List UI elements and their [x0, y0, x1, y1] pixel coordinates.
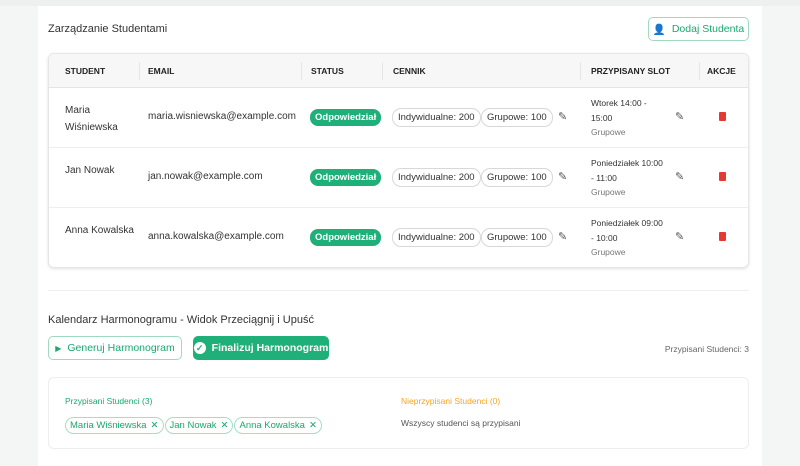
assigned-student-chip[interactable]: Anna Kowalska ✕: [234, 417, 322, 434]
student-email: maria.wisniewska@example.com: [148, 111, 296, 122]
price-group-chip: Grupowe: 100: [481, 108, 553, 127]
assigned-title: Przypisani Studenci (3): [65, 396, 153, 406]
assigned-count: Przypisani Studenci: 3: [664, 344, 749, 354]
status-badge: Odpowiedział: [310, 229, 382, 246]
close-icon[interactable]: ✕: [309, 420, 317, 431]
th-student: STUDENT: [65, 66, 106, 76]
generate-schedule-button[interactable]: ▶ Generuj Harmonogram: [48, 336, 182, 360]
slot-type: Grupowe: [591, 127, 626, 137]
th-status: STATUS: [311, 66, 344, 76]
status-badge: Odpowiedział: [310, 109, 382, 126]
slot-type: Grupowe: [591, 247, 626, 257]
main-card: Zarządzanie Studentami 👤 Dodaj Studenta S…: [38, 6, 762, 466]
check-circle-icon: ✓: [193, 342, 206, 354]
play-icon: ▶: [55, 343, 62, 353]
price-individual-chip: Indywidualne: 200: [392, 168, 481, 187]
slot-time: Poniedziałek 09:00 - 10:00: [591, 218, 663, 243]
price-group-chip: Grupowe: 100: [481, 228, 553, 247]
delete-icon[interactable]: [719, 112, 726, 121]
status-badge: Odpowiedział: [310, 169, 382, 186]
slot-type: Grupowe: [591, 187, 626, 197]
th-akcje: AKCJE: [707, 66, 736, 76]
close-icon[interactable]: ✕: [221, 420, 229, 431]
price-group-chip: Grupowe: 100: [481, 168, 553, 187]
students-table: STUDENT EMAIL STATUS CENNIK PRZYPISANY S…: [48, 53, 749, 268]
slot-time: Wtorek 14:00 - 15:00: [591, 98, 647, 123]
edit-price-icon[interactable]: ✎: [558, 110, 567, 123]
unassigned-title: Nieprzypisani Studenci (0): [401, 396, 501, 406]
edit-price-icon[interactable]: ✎: [558, 230, 567, 243]
edit-slot-icon[interactable]: ✎: [675, 230, 684, 243]
table-header: STUDENT EMAIL STATUS CENNIK PRZYPISANY S…: [49, 54, 748, 88]
table-row: Anna Kowalska anna.kowalska@example.com …: [49, 208, 748, 267]
unassigned-empty: Wszyscy studenci są przypisani: [401, 418, 521, 428]
add-student-button[interactable]: 👤 Dodaj Studenta: [648, 17, 749, 41]
student-name: Anna Kowalska: [65, 225, 134, 236]
student-name: Maria Wiśniewska: [65, 105, 118, 133]
divider: [48, 290, 749, 291]
close-icon[interactable]: ✕: [151, 420, 159, 431]
th-slot: PRZYPISANY SLOT: [591, 66, 671, 76]
student-email: jan.nowak@example.com: [148, 171, 263, 182]
th-cennik: CENNIK: [393, 66, 426, 76]
person-add-icon: 👤: [652, 23, 666, 36]
calendar-title: Kalendarz Harmonogramu - Widok Przeciągn…: [48, 314, 314, 326]
assigned-student-chip[interactable]: Maria Wiśniewska ✕: [65, 417, 164, 434]
th-email: EMAIL: [148, 66, 175, 76]
delete-icon[interactable]: [719, 232, 726, 241]
student-email: anna.kowalska@example.com: [148, 231, 284, 242]
finalize-schedule-button[interactable]: ✓ Finalizuj Harmonogram: [193, 336, 329, 360]
price-individual-chip: Indywidualne: 200: [392, 108, 481, 127]
assigned-list: Maria Wiśniewska ✕ Jan Nowak ✕ Anna Kowalska…: [65, 415, 323, 434]
table-row: Maria Wiśniewska maria.wisniewska@exampl…: [49, 88, 748, 148]
price-individual-chip: Indywidualne: 200: [392, 228, 481, 247]
assigned-student-chip[interactable]: Jan Nowak ✕: [164, 417, 234, 434]
section-title: Zarządzanie Studentami: [48, 23, 168, 35]
edit-slot-icon[interactable]: ✎: [675, 110, 684, 123]
student-name: Jan Nowak: [65, 165, 115, 176]
assignment-panel: Przypisani Studenci (3) Maria Wiśniewska…: [48, 377, 749, 449]
delete-icon[interactable]: [719, 172, 726, 181]
table-row: Jan Nowak jan.nowak@example.com Odpowied…: [49, 148, 748, 208]
slot-time: Poniedziałek 10:00 - 11:00: [591, 158, 663, 183]
edit-slot-icon[interactable]: ✎: [675, 170, 684, 183]
edit-price-icon[interactable]: ✎: [558, 170, 567, 183]
